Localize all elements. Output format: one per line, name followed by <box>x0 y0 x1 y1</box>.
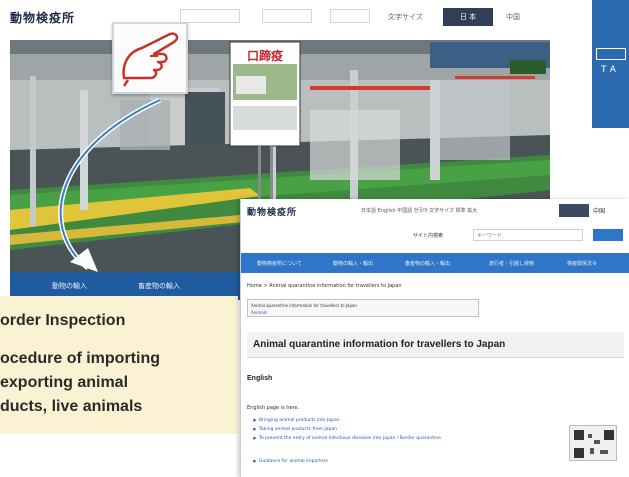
qr-code-pattern <box>574 430 614 458</box>
caption-panel: order Inspection ocedure of importing ex… <box>0 296 238 434</box>
notice-box: Animal quarantine information for travel… <box>247 299 479 317</box>
front-nav-item[interactable]: 検疫関係法令 <box>567 260 597 267</box>
front-search-label: サイト内検索 <box>413 233 444 239</box>
font-size-link[interactable]: 文字サイズ <box>388 12 423 22</box>
front-header-links[interactable]: 日本語 English 中国語 한국어 文字サイズ 標準 拡大 <box>361 207 477 214</box>
notice-text: Animal quarantine information for travel… <box>251 303 357 308</box>
front-logo[interactable]: 動物検疫所 <box>247 205 297 218</box>
search-select[interactable] <box>262 9 312 23</box>
poster-title: 口蹄疫 <box>247 48 283 63</box>
info-link-list: Bringing animal products into Japan Taki… <box>253 418 573 468</box>
front-header: 動物検疫所 日本語 English 中国語 한국어 文字サイズ 標準 拡大 中国 <box>241 199 629 221</box>
english-page-link[interactable]: English page is here. <box>247 405 299 411</box>
qr-code-image <box>569 425 617 461</box>
language-select[interactable] <box>180 9 240 23</box>
pointing-hand-icon <box>112 22 188 94</box>
hand-icon-drawing <box>122 32 179 87</box>
breadcrumb[interactable]: Home > Animal quarantine information for… <box>247 283 402 289</box>
caption-title: order Inspection <box>0 312 126 329</box>
nav-item-animal-import[interactable]: 動物の輸入 <box>52 281 87 291</box>
front-nav-item[interactable]: 旅行者・引越し荷物 <box>489 260 534 267</box>
front-search-button[interactable] <box>593 229 623 241</box>
front-japanese-button[interactable] <box>559 204 589 217</box>
front-nav-item[interactable]: 畜産物の輸入・輸出 <box>405 260 450 267</box>
english-page-screenshot: 動物検疫所 日本語 English 中国語 한국어 文字サイズ 標準 拡大 中国… <box>240 199 629 477</box>
site-header: 動物検疫所 文字サイズ 日 本 中国 <box>0 0 556 34</box>
caption-description: ocedure of importing exporting animal du… <box>0 347 238 419</box>
chinese-link[interactable]: 中国 <box>506 12 520 22</box>
page-title-bar: Animal quarantine information for travel… <box>247 332 624 358</box>
front-chinese-link[interactable]: 中国 <box>593 206 605 215</box>
list-item[interactable]: Taking animal products from Japan <box>253 427 573 436</box>
front-search-row: サイト内検索 キーワード <box>241 221 629 251</box>
caption-line: exporting animal <box>0 374 129 391</box>
list-item[interactable]: To prevent the entry of animal infectiou… <box>253 436 573 445</box>
page-title: Animal quarantine information for travel… <box>253 339 506 350</box>
front-nav-item[interactable]: 動物の輸入・輸出 <box>333 260 373 267</box>
caption-line: ocedure of importing <box>0 350 160 367</box>
front-search-input[interactable]: キーワード <box>473 229 583 241</box>
notice-link[interactable]: Animals <box>251 310 267 315</box>
japanese-button[interactable]: 日 本 <box>443 8 493 26</box>
section-heading-english: English <box>247 375 273 382</box>
side-banner-input <box>596 48 626 60</box>
search-input[interactable] <box>330 9 370 23</box>
list-item[interactable]: Bringing animal products into Japan <box>253 418 573 427</box>
front-navigation: 動物検疫所について 動物の輸入・輸出 畜産物の輸入・輸出 旅行者・引越し荷物 検… <box>241 253 629 273</box>
side-banner[interactable] <box>592 0 629 128</box>
front-nav-item[interactable]: 動物検疫所について <box>257 260 302 267</box>
nav-item-product-import[interactable]: 畜産物の輸入 <box>138 281 180 291</box>
list-item[interactable]: Guidance for animal importers <box>253 459 573 468</box>
site-logo[interactable]: 動物検疫所 <box>10 9 75 26</box>
caption-line: ducts, live animals <box>0 398 143 415</box>
side-banner-text: TA <box>601 65 620 75</box>
